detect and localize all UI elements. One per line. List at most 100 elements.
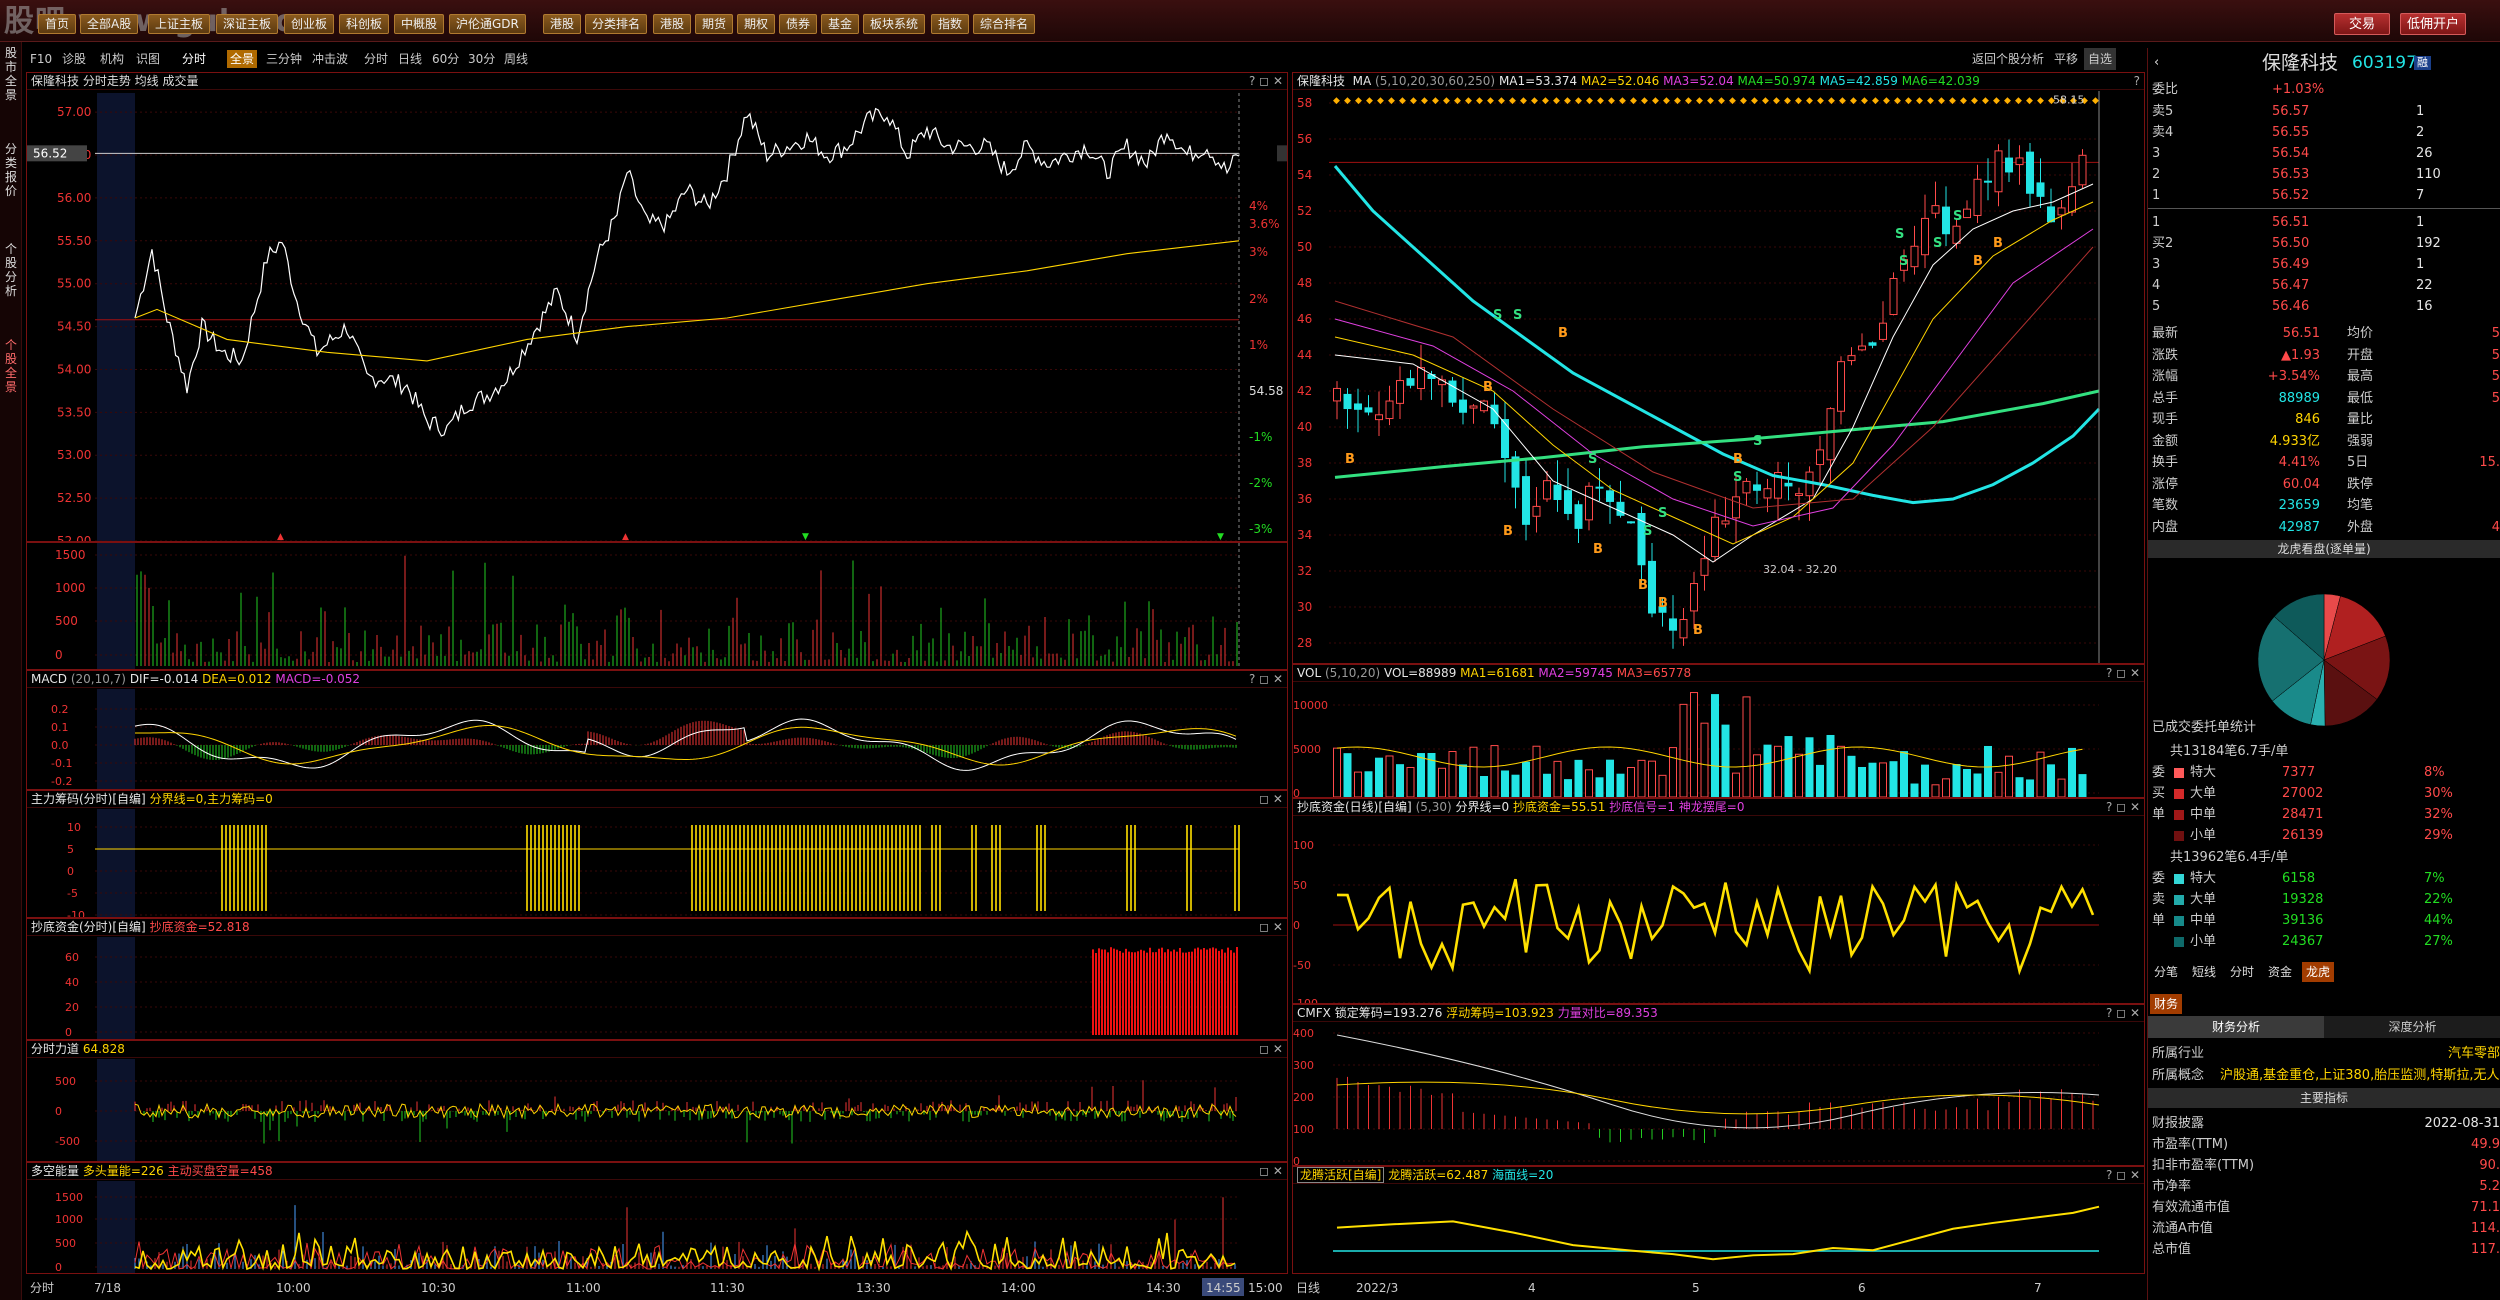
quote-tab-3[interactable]: 资金 — [2264, 962, 2296, 982]
back-arrow-icon[interactable]: ‹ — [2154, 50, 2159, 76]
menu-item-8[interactable]: 港股 — [543, 14, 582, 34]
menu-item-7[interactable]: 沪伦通GDR — [449, 14, 526, 34]
f10-button[interactable]: F10 — [30, 48, 52, 70]
finance-tab[interactable]: 财务 — [2150, 994, 2183, 1014]
fenshi-li-chart[interactable]: 500 0 -500 — [27, 1041, 1288, 1162]
chaodi-day-chart[interactable]: 100 50 0 -50 -100 — [1293, 799, 2145, 1004]
stat-label: 笔数 — [2152, 498, 2179, 513]
quote-tab-4[interactable]: 龙虎 — [2302, 962, 2335, 982]
quote-tab-0[interactable]: 分笔 — [2150, 962, 2182, 982]
buy-level[interactable]: 买2 56.50 192 — [2152, 234, 2500, 254]
menu-item-12[interactable]: 期权 — [737, 14, 776, 34]
stat-row: 涨停 60.04 跌停 — [2152, 475, 2500, 495]
kline-chart[interactable]: 58 56 54 52 50 48 46 44 42 40 38 36 34 32 30 28 ◆ ◆ ◆ ◆ ◆ ◆ ◆ ◆… — [1293, 73, 2145, 664]
menu-item-2[interactable]: 上证主板 — [148, 14, 211, 34]
institution-button[interactable]: 机构 — [100, 48, 124, 70]
buy-level[interactable]: 5 56.46 16 — [2152, 297, 2500, 317]
intraday-price-chart[interactable]: 57.0056.5056.0055.5055.0054.5054.0053.50… — [27, 73, 1288, 542]
menu-item-11[interactable]: 期货 — [695, 14, 734, 34]
sell-level[interactable]: 卖4 56.55 2 — [2152, 123, 2500, 143]
sell-level[interactable]: 1 56.52 7 — [2152, 186, 2500, 206]
chaodi-chart[interactable]: 60 40 20 0 — [27, 919, 1288, 1040]
tab-stock-analysis[interactable]: 个股分析 — [2, 242, 20, 298]
menu-item-1[interactable]: 全部A股 — [80, 14, 139, 34]
buy-level[interactable]: 4 56.47 22 — [2152, 276, 2500, 296]
period-3min[interactable]: 三分钟 — [266, 48, 302, 70]
flat-button[interactable]: 平移 — [2054, 48, 2078, 70]
stat-row: 涨幅 +3.54% 最高 5 — [2152, 367, 2500, 387]
menu-item-17[interactable]: 综合排名 — [973, 14, 1036, 34]
kvol-bar — [1942, 778, 1950, 797]
duokong-chart[interactable]: 1500 1000 500 0 — [27, 1163, 1288, 1274]
price-tick: 54.50 — [57, 320, 91, 334]
menu-item-4[interactable]: 创业板 — [284, 14, 335, 34]
price-tick: 56.00 — [57, 191, 91, 205]
price-tick: 53.50 — [57, 405, 91, 419]
menu-item-9[interactable]: 分类排名 — [585, 14, 648, 34]
sell-signal: S — [1733, 470, 1742, 485]
zhuli-chart[interactable]: 10 5 0 -5 -10 — [27, 791, 1288, 918]
level-label: 卖4 — [2152, 125, 2174, 140]
cmfx-chart[interactable]: 400 300 200 100 0 — [1293, 1005, 2145, 1166]
diagnose-button[interactable]: 诊股 — [62, 48, 86, 70]
price-tick: 57.00 — [57, 105, 91, 119]
finance-analysis-tab[interactable]: 财务分析 — [2148, 1016, 2324, 1038]
menu-item-3[interactable]: 深证主板 — [216, 14, 279, 34]
longteng-chart[interactable] — [1293, 1167, 2145, 1274]
level-volume: 2 — [2416, 125, 2425, 140]
kvol-bar — [1574, 759, 1583, 797]
menu-item-13[interactable]: 债券 — [779, 14, 818, 34]
quote-tab-1[interactable]: 短线 — [2188, 962, 2220, 982]
signal-marker: ▲ — [622, 532, 629, 542]
stat-label: 最新 — [2152, 326, 2179, 341]
buy-level[interactable]: 1 56.51 1 — [2152, 213, 2500, 233]
trade-button[interactable]: 交易 — [2334, 13, 2390, 35]
tab-60min[interactable]: 60分 — [432, 48, 459, 70]
quote-tab-2[interactable]: 分时 — [2226, 962, 2258, 982]
back-button[interactable]: 返回个股分析 — [1972, 48, 2044, 70]
menu-item-14[interactable]: 基金 — [821, 14, 860, 34]
tab-30min[interactable]: 30分 — [468, 48, 495, 70]
buy-level[interactable]: 3 56.49 1 — [2152, 255, 2500, 275]
menu-item-15[interactable]: 板块系统 — [863, 14, 926, 34]
finance-row: 扣非市盈率(TTM) 90. — [2152, 1156, 2500, 1176]
candle-body — [1963, 208, 1971, 219]
open-account-button[interactable]: 低佣开户 — [2400, 13, 2466, 35]
pattern-button[interactable]: 识图 — [136, 48, 160, 70]
tab-daily[interactable]: 日线 — [398, 48, 422, 70]
macd-chart[interactable]: 0.2 0.1 0.0 -0.1 -0.2 — [27, 671, 1288, 790]
tab-weekly[interactable]: 周线 — [504, 48, 528, 70]
menu-item-6[interactable]: 中概股 — [394, 14, 445, 34]
diamond-marker: ◆ — [1652, 96, 1659, 106]
menu-item-16[interactable]: 指数 — [931, 14, 970, 34]
period-tick[interactable]: 冲击波 — [312, 48, 348, 70]
sell-level[interactable]: 2 56.53 110 — [2152, 165, 2500, 185]
menu-item-5[interactable]: 科创板 — [339, 14, 390, 34]
intraday-volume-chart[interactable]: 1500 1000 500 0 — [27, 543, 1288, 670]
kvol-bar — [1763, 744, 1772, 797]
diamond-marker: ◆ — [1806, 96, 1813, 106]
finance-value: 2022-08-31 — [2424, 1116, 2500, 1131]
kline-volume-chart[interactable]: 10000 5000 0 — [1293, 665, 2145, 798]
tab-stock-overview[interactable]: 个股全景 — [2, 338, 20, 394]
period-intraday[interactable]: 分时 — [182, 48, 206, 70]
level-volume: 7 — [2416, 188, 2425, 203]
tab-fenshi[interactable]: 分时 — [364, 48, 388, 70]
sell-level[interactable]: 卖5 56.57 1 — [2152, 102, 2500, 122]
period-all[interactable]: 全景 — [227, 50, 258, 68]
chaodi-tick: 0 — [65, 1026, 72, 1039]
tab-category-quote[interactable]: 分类报价 — [2, 142, 20, 198]
stat-value-2: 5 — [2491, 326, 2500, 341]
pct-tick: -2% — [1249, 476, 1272, 490]
macd-tick: 0.0 — [51, 739, 69, 752]
vol-tick: 1000 — [55, 581, 86, 595]
finance-label: 流通A市值 — [2152, 1221, 2213, 1236]
pct-tick: 2% — [1249, 292, 1268, 306]
kvol-bar — [1753, 754, 1761, 797]
self-select-button[interactable]: 自选 — [2084, 48, 2117, 70]
menu-item-10[interactable]: 港股 — [653, 14, 692, 34]
deep-analysis-tab[interactable]: 深度分析 — [2324, 1016, 2500, 1038]
sell-level[interactable]: 3 56.54 26 — [2152, 144, 2500, 164]
menu-item-0[interactable]: 首页 — [38, 14, 77, 34]
tab-market-overview[interactable]: 股市全景 — [2, 46, 20, 102]
